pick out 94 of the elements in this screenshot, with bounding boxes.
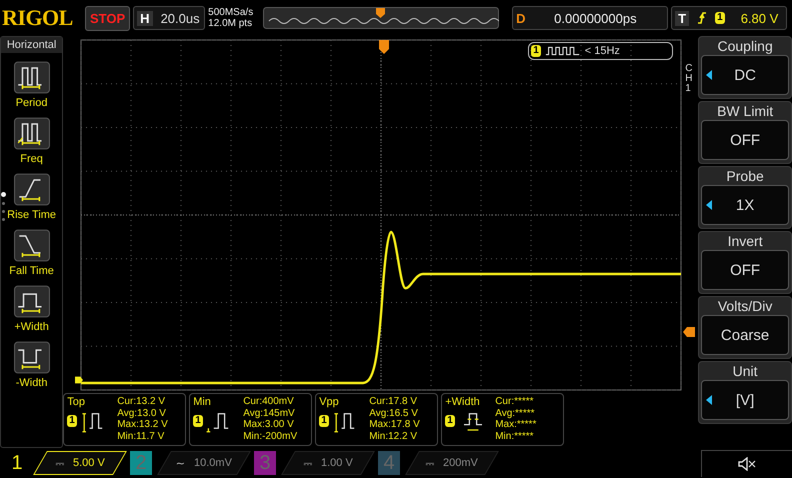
- page-dot[interactable]: [1, 192, 6, 197]
- page-dot[interactable]: [2, 218, 5, 221]
- measurement-value: Max:3.00 V: [243, 419, 295, 430]
- channel-tag: CH1: [685, 64, 698, 94]
- measure-button[interactable]: [14, 61, 50, 94]
- measurement-value: Max:17.8 V: [369, 419, 420, 430]
- run-state-button[interactable]: STOP: [85, 6, 130, 30]
- measurement-value: Max:13.2 V: [117, 419, 168, 430]
- timebase-value: 20.0us: [160, 10, 200, 26]
- trigger-level: 6.80 V: [740, 10, 778, 26]
- measurement-name: Min: [193, 396, 212, 408]
- menu-option[interactable]: Volts/Div Coarse: [698, 296, 792, 359]
- mute-icon[interactable]: [738, 456, 756, 470]
- delay-display[interactable]: D 0.00000000ps: [512, 6, 668, 30]
- scale-value: 1.00 V: [320, 457, 352, 469]
- brand-logo: RIGOL: [2, 5, 74, 31]
- coupling-symbol: ⎓: [426, 456, 436, 470]
- measurement-value: Cur:400mV: [243, 396, 295, 408]
- menu-option[interactable]: BW Limit OFF: [698, 101, 792, 164]
- scale-value: 10.0mV: [194, 457, 232, 469]
- measurement-value: Avg:*****: [495, 408, 536, 419]
- measure-label: Fall Time: [9, 265, 54, 277]
- frequency-value: < 15Hz: [584, 45, 620, 57]
- trigger-level-icon[interactable]: [683, 327, 696, 337]
- measurement-value: Avg:145mV: [243, 408, 296, 419]
- coupling-symbol: ⎓: [56, 456, 65, 470]
- memory-depth: 12.0M pts: [208, 18, 254, 29]
- measurement-name: +Width: [445, 396, 481, 408]
- measure-label: Rise Time: [7, 209, 56, 221]
- channel-scale[interactable]: ⎓ 5.00 V: [33, 451, 127, 475]
- trigger-label: T: [675, 10, 690, 26]
- coupling-symbol: ~: [176, 456, 186, 470]
- channel-badge: 1: [67, 415, 77, 427]
- measurement-value: Cur:17.8 V: [369, 396, 418, 408]
- option-title: Coupling: [717, 37, 773, 55]
- sample-rate: 500MSa/s: [208, 7, 254, 18]
- option-value: [V]: [736, 392, 754, 408]
- channel-offset-icon[interactable]: [75, 376, 84, 384]
- page-dot[interactable]: [2, 210, 5, 213]
- measure-label: Period: [16, 97, 48, 109]
- timebase-label: H: [137, 10, 153, 26]
- measurement-value: Avg:13.0 V: [117, 408, 167, 419]
- delay-value: 0.00000000ps: [554, 10, 637, 26]
- measurement-name: Top: [67, 396, 86, 408]
- channel-scale[interactable]: ~ 10.0mV: [157, 451, 251, 475]
- measure-button[interactable]: [14, 173, 50, 206]
- measurement-name: Vpp: [319, 396, 340, 408]
- measure-button[interactable]: [14, 341, 50, 374]
- measure-label: +Width: [14, 321, 49, 333]
- delay-label: D: [516, 10, 527, 26]
- option-title: Volts/Div: [718, 297, 772, 315]
- scale-value: 200mV: [443, 457, 478, 469]
- measurement-value: Min:-200mV: [243, 430, 298, 442]
- measure-label: Freq: [20, 153, 43, 165]
- pulse-train-icon: [544, 46, 581, 56]
- channel-badge: 1: [445, 415, 455, 427]
- measurement-value: Cur:*****: [495, 396, 535, 408]
- menu-option[interactable]: Probe 1X: [698, 166, 792, 229]
- option-value: Coarse: [720, 326, 770, 344]
- measurement-value: Min:12.2 V: [369, 430, 418, 442]
- channel-badge: 1: [715, 12, 725, 24]
- option-title: Invert: [728, 232, 763, 250]
- option-value: OFF: [730, 132, 760, 148]
- trigger-display[interactable]: T 1 6.80 V: [671, 6, 788, 30]
- coupling-symbol: ⎓: [304, 456, 313, 470]
- menu-option[interactable]: Invert OFF: [698, 231, 792, 294]
- measure-button[interactable]: [14, 229, 50, 262]
- timebase-display[interactable]: H 20.0us: [133, 6, 206, 30]
- menu-option[interactable]: Unit [V]: [698, 361, 792, 424]
- option-value: DC: [734, 66, 756, 84]
- trigger-position-icon[interactable]: [379, 40, 390, 54]
- measure-label: -Width: [16, 377, 48, 389]
- measurement-value: Min:11.7 V: [117, 430, 166, 442]
- measure-button[interactable]: [14, 117, 50, 150]
- measurement-value: Avg:16.5 V: [369, 408, 419, 419]
- channel-badge: 1: [531, 45, 541, 57]
- menu-option[interactable]: Coupling DC: [698, 36, 792, 99]
- option-title: BW Limit: [717, 102, 774, 120]
- option-title: Unit: [732, 362, 758, 380]
- menu-title: Horizontal: [1, 37, 62, 53]
- scale-value: 5.00 V: [72, 457, 104, 469]
- channel-scale[interactable]: ⎓ 1.00 V: [281, 451, 375, 475]
- channel-scale[interactable]: ⎓ 200mV: [405, 451, 499, 475]
- rising-edge-icon: [697, 11, 708, 25]
- measure-button[interactable]: [14, 285, 50, 318]
- option-value: 1X: [736, 196, 754, 214]
- measurement-value: Min:*****: [495, 430, 535, 442]
- option-value: OFF: [730, 262, 760, 278]
- channel-badge: 1: [319, 415, 329, 427]
- measurement-value: Max:*****: [495, 419, 536, 430]
- page-dot[interactable]: [2, 202, 5, 205]
- channel-badge: 1: [193, 415, 203, 427]
- measurement-value: Cur:13.2 V: [117, 396, 166, 408]
- option-title: Probe: [726, 167, 764, 185]
